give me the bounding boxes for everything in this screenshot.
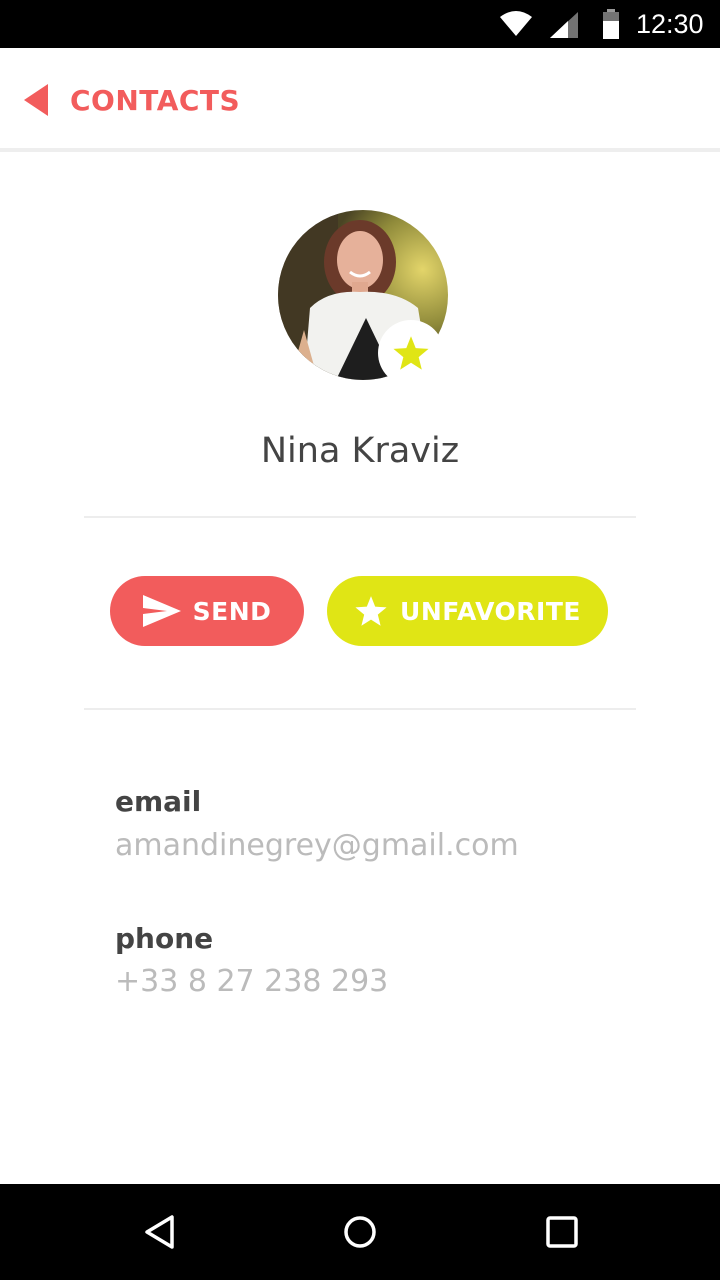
divider [84,708,636,710]
back-button[interactable]: CONTACTS [24,82,240,118]
avatar [278,210,448,386]
send-button[interactable]: SEND [110,576,304,646]
email-label: email [115,785,202,818]
signal-icon [550,12,578,43]
status-time: 12:30 [636,9,704,39]
phone-value[interactable]: +33 8 27 238 293 [115,962,388,1002]
email-value[interactable]: amandinegrey@gmail.com [115,826,519,866]
unfavorite-button[interactable]: UNFAVORITE [327,576,608,646]
status-bar: 12:30 [0,0,720,48]
nav-recents-button[interactable] [538,1208,586,1256]
top-app-bar: CONTACTS [0,48,720,148]
unfavorite-label: UNFAVORITE [400,596,581,626]
phone-label: phone [115,922,214,955]
send-label: SEND [192,596,272,626]
contact-name: Nina Kraviz [260,431,460,471]
favorite-badge [378,320,444,386]
contact-detail-screen: 12:30 CONTACTS Nina Kraviz SEND UNFAVORI… [0,0,720,1280]
nav-home-icon [342,1214,378,1250]
wifi-icon [500,10,532,43]
header-divider [0,148,720,152]
nav-recents-icon [544,1214,580,1250]
navigation-bar [0,1184,720,1280]
nav-back-button[interactable] [136,1208,184,1256]
send-icon [142,595,181,627]
nav-back-icon [142,1214,178,1250]
battery-icon [602,9,620,44]
divider [84,516,636,518]
back-arrow-icon [24,84,48,116]
star-icon [354,595,388,627]
nav-home-button[interactable] [336,1208,384,1256]
star-icon [392,335,430,371]
back-label: CONTACTS [70,83,241,117]
